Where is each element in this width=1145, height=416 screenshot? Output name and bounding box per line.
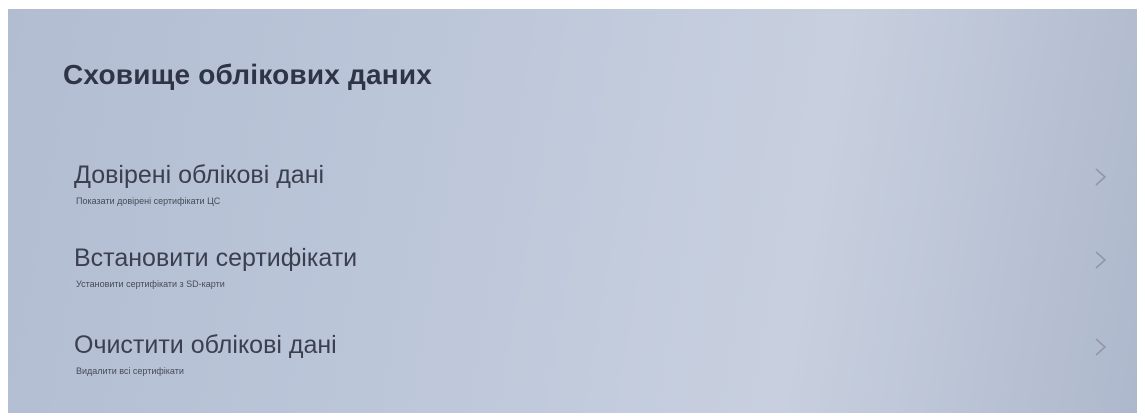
menu-item-title: Встановити сертифікати	[74, 244, 358, 272]
chevron-right-icon	[1095, 168, 1107, 186]
menu-item-title: Довірені облікові дані	[74, 161, 325, 189]
menu-item-subtitle: Видалити всі сертифікати	[76, 366, 184, 376]
tv-screen: Сховище облікових даних Довірені обліков…	[8, 9, 1137, 413]
menu-item-subtitle: Установити сертифікати з SD-карти	[76, 279, 225, 289]
chevron-right-icon	[1095, 338, 1107, 356]
menu-item-title: Очистити облікові дані	[74, 331, 337, 359]
menu-item-trusted-credentials[interactable]: Довірені облікові дані Показати довірені…	[8, 161, 1137, 221]
page-title: Сховище облікових даних	[63, 59, 433, 90]
menu-item-clear-credentials[interactable]: Очистити облікові дані Видалити всі серт…	[8, 331, 1137, 391]
menu-item-subtitle: Показати довірені сертифікати ЦС	[76, 196, 221, 206]
chevron-right-icon	[1095, 251, 1107, 269]
menu-item-install-certificates[interactable]: Встановити сертифікати Установити сертиф…	[8, 244, 1137, 304]
